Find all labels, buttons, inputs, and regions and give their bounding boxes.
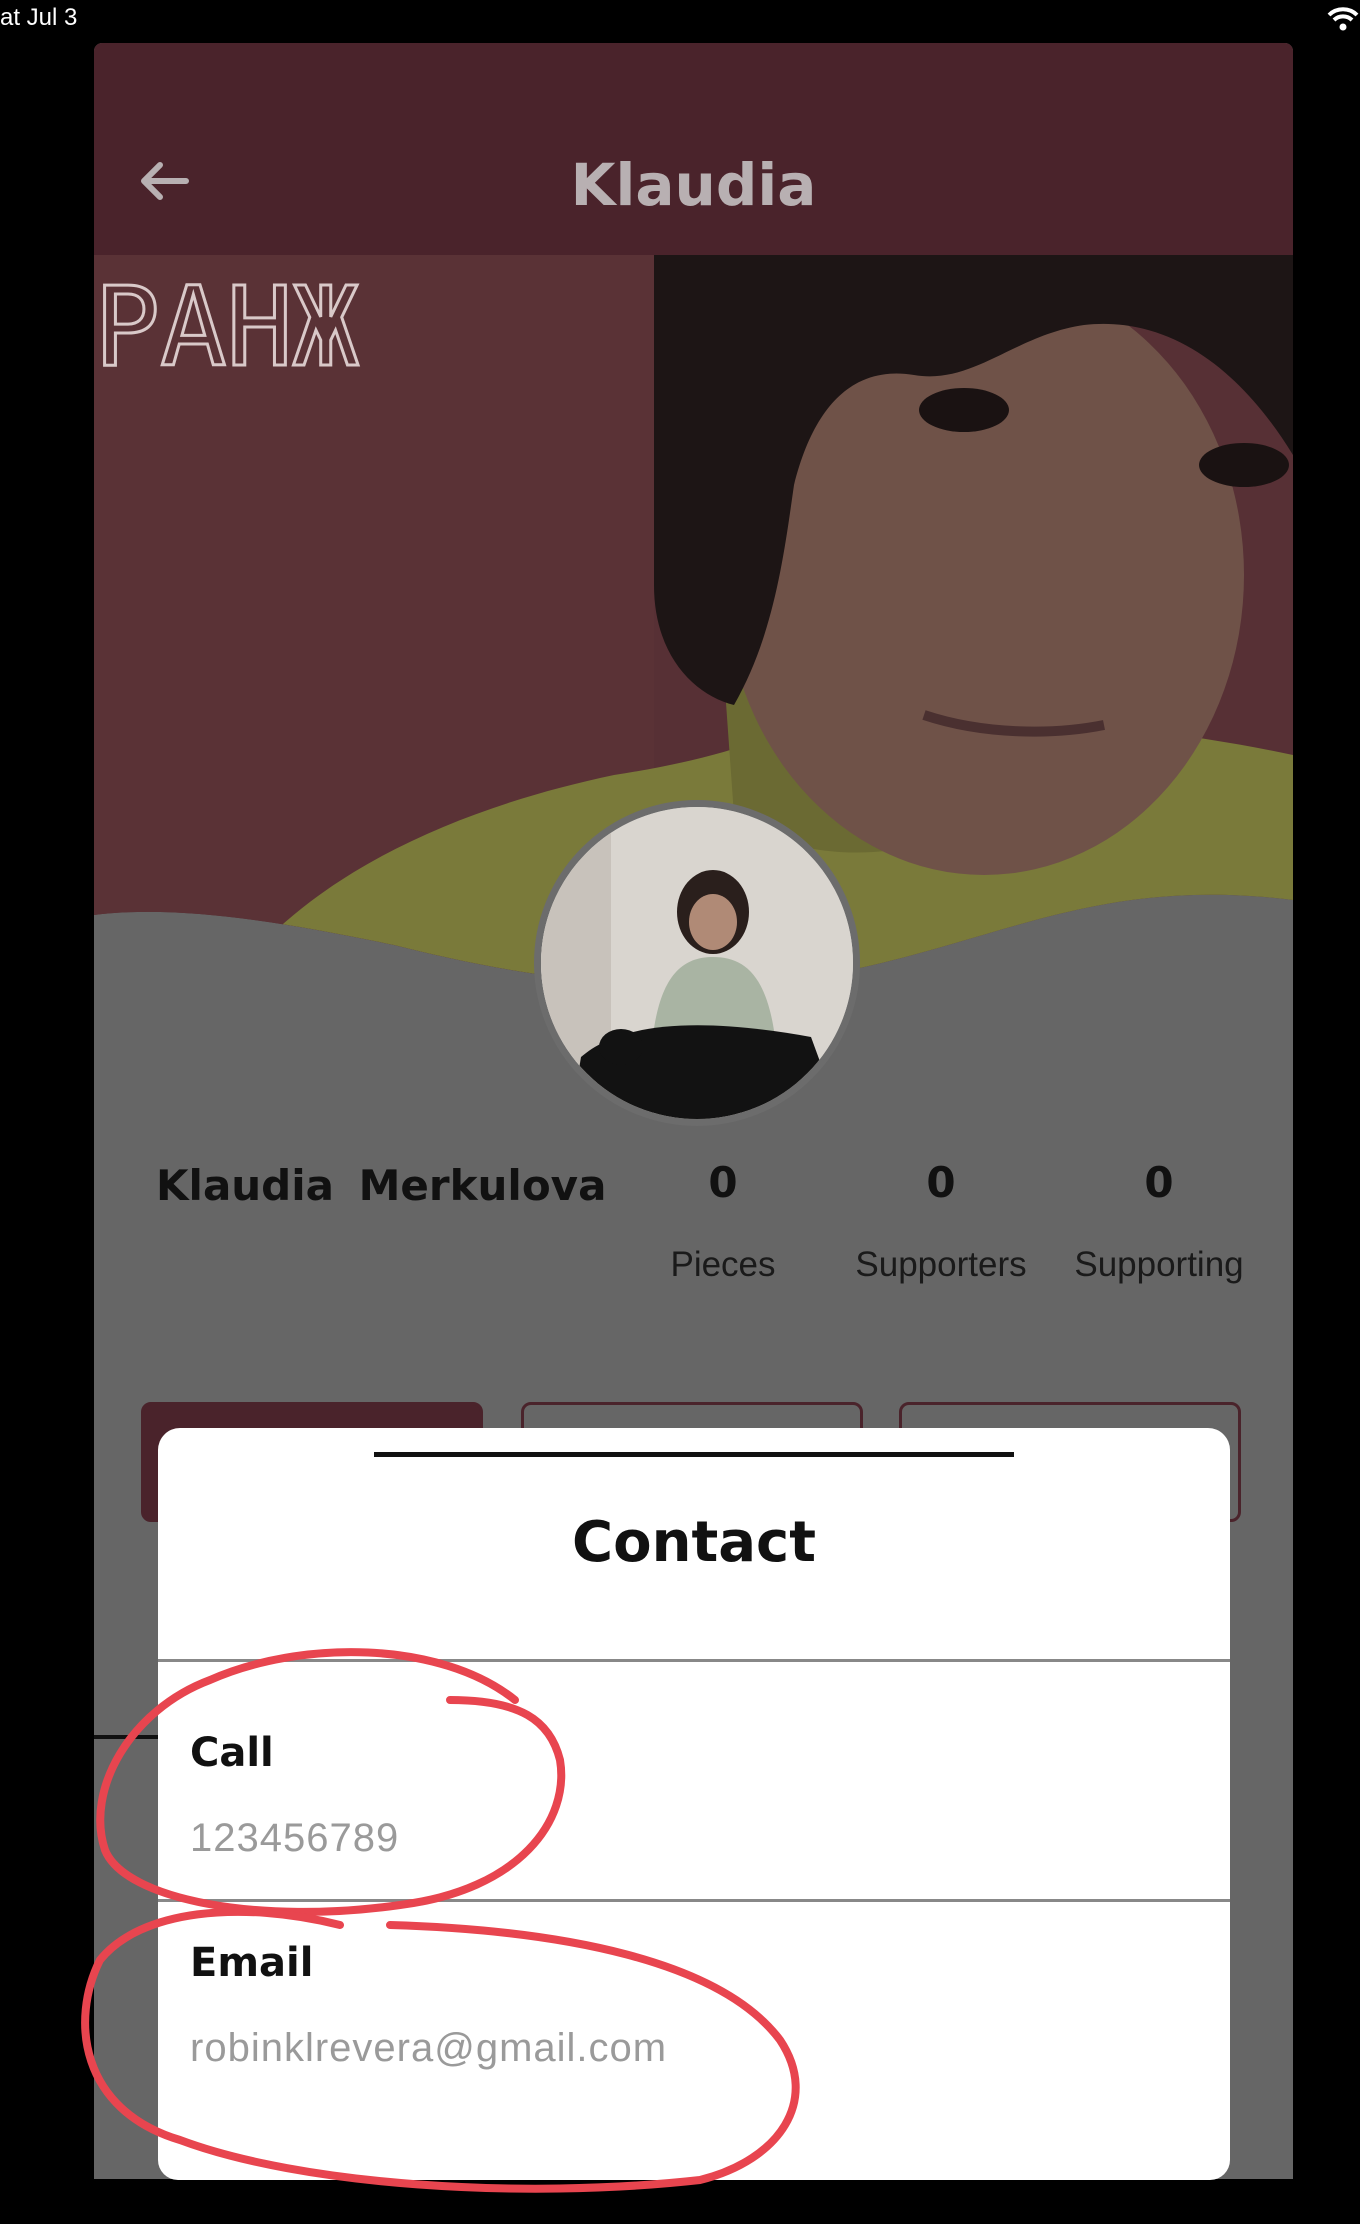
email-address[interactable]: robinklrevera@gmail.com [190,2026,667,2071]
wifi-icon [1327,7,1359,31]
cover-sign-text: PAHЖ [94,263,359,391]
pieces-count[interactable]: 0 [623,1158,823,1207]
profile-name: Klaudia Merkulova [156,1161,607,1210]
divider [158,1899,1230,1902]
supporters-label[interactable]: Supporters [841,1245,1041,1285]
email-label: Email [190,1940,314,1986]
page-title: Klaudia [570,151,817,219]
sheet-title: Contact [572,1510,816,1575]
status-time: at Jul 3 [0,4,78,31]
supporting-count[interactable]: 0 [1059,1158,1259,1207]
supporting-label[interactable]: Supporting [1059,1245,1259,1285]
avatar[interactable] [534,800,860,1126]
phone-number[interactable]: 123456789 [190,1816,399,1861]
divider [158,1659,1230,1662]
supporters-count[interactable]: 0 [841,1158,1041,1207]
pieces-label[interactable]: Pieces [623,1245,823,1285]
sheet-grabber[interactable] [374,1452,1014,1457]
contact-sheet: Contact Call 123456789 Email robinklreve… [158,1428,1230,2180]
call-label: Call [190,1730,274,1776]
top-app-bar: Klaudia [94,43,1293,255]
